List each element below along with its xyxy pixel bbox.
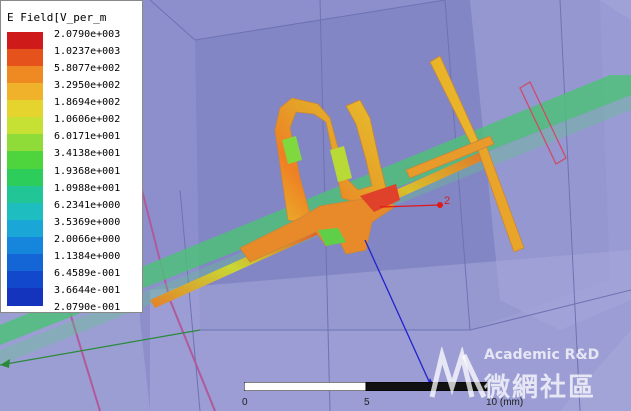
legend-value: 2.0790e+003 — [54, 29, 121, 40]
legend-value: 3.2950e+002 — [54, 80, 121, 92]
axis-origin-label: 2 — [444, 195, 450, 207]
legend-color-swatch — [7, 83, 43, 101]
legend-value: 5.8077e+002 — [54, 63, 121, 75]
legend-color-swatch — [7, 100, 43, 118]
scale-label-0: 0 — [242, 397, 248, 408]
legend-color-swatch — [7, 219, 43, 238]
watermark-logo-icon — [429, 347, 487, 399]
legend-color-swatch — [7, 253, 43, 272]
legend-color-swatch — [7, 287, 43, 306]
legend-color-swatch — [7, 49, 43, 67]
legend-value: 1.9368e+001 — [54, 165, 121, 177]
legend-color-swatch — [7, 134, 43, 152]
legend-color-swatch — [7, 236, 43, 255]
legend-value: 1.0988e+001 — [54, 182, 121, 194]
legend-value: 3.5369e+000 — [54, 216, 121, 228]
legend-value: 2.0066e+000 — [54, 233, 121, 245]
legend-color-swatch — [7, 202, 43, 221]
legend-colorbar — [7, 32, 43, 306]
legend-title: E Field[V_per_m — [7, 11, 107, 24]
legend-color-swatch — [7, 117, 43, 135]
legend-color-swatch — [7, 66, 43, 84]
field-legend: E Field[V_per_m 2.0790e+003 1.0237e+003 5.… — [0, 0, 143, 313]
watermark: Academic R&D 微網社區 — [428, 347, 628, 407]
scale-label-5: 5 — [364, 397, 370, 408]
legend-color-swatch — [7, 32, 43, 50]
watermark-line1: Academic R&D — [484, 347, 600, 363]
hfss-3d-viewport[interactable]: 2 E Field[V_per_m 2.0790e+003 1.0237e+003… — [0, 0, 631, 411]
legend-value: 6.0171e+001 — [54, 131, 121, 143]
legend-value: 1.1384e+000 — [54, 250, 121, 262]
legend-value: 1.0606e+002 — [54, 114, 121, 126]
legend-value: 1.8694e+002 — [54, 97, 121, 109]
legend-value: 1.0237e+003 — [54, 46, 121, 58]
legend-value: 3.4138e+001 — [54, 148, 121, 160]
watermark-line2: 微網社區 — [484, 373, 597, 403]
legend-color-swatch — [7, 185, 43, 204]
axis-origin-dot — [437, 202, 443, 208]
legend-value: 6.2341e+000 — [54, 199, 121, 211]
legend-value: 3.6644e-001 — [54, 284, 121, 296]
legend-color-swatch — [7, 151, 43, 169]
legend-color-swatch — [7, 270, 43, 289]
legend-value: 2.0790e-001 — [54, 302, 121, 313]
legend-color-swatch — [7, 168, 43, 187]
legend-value: 6.4589e-001 — [54, 267, 121, 279]
